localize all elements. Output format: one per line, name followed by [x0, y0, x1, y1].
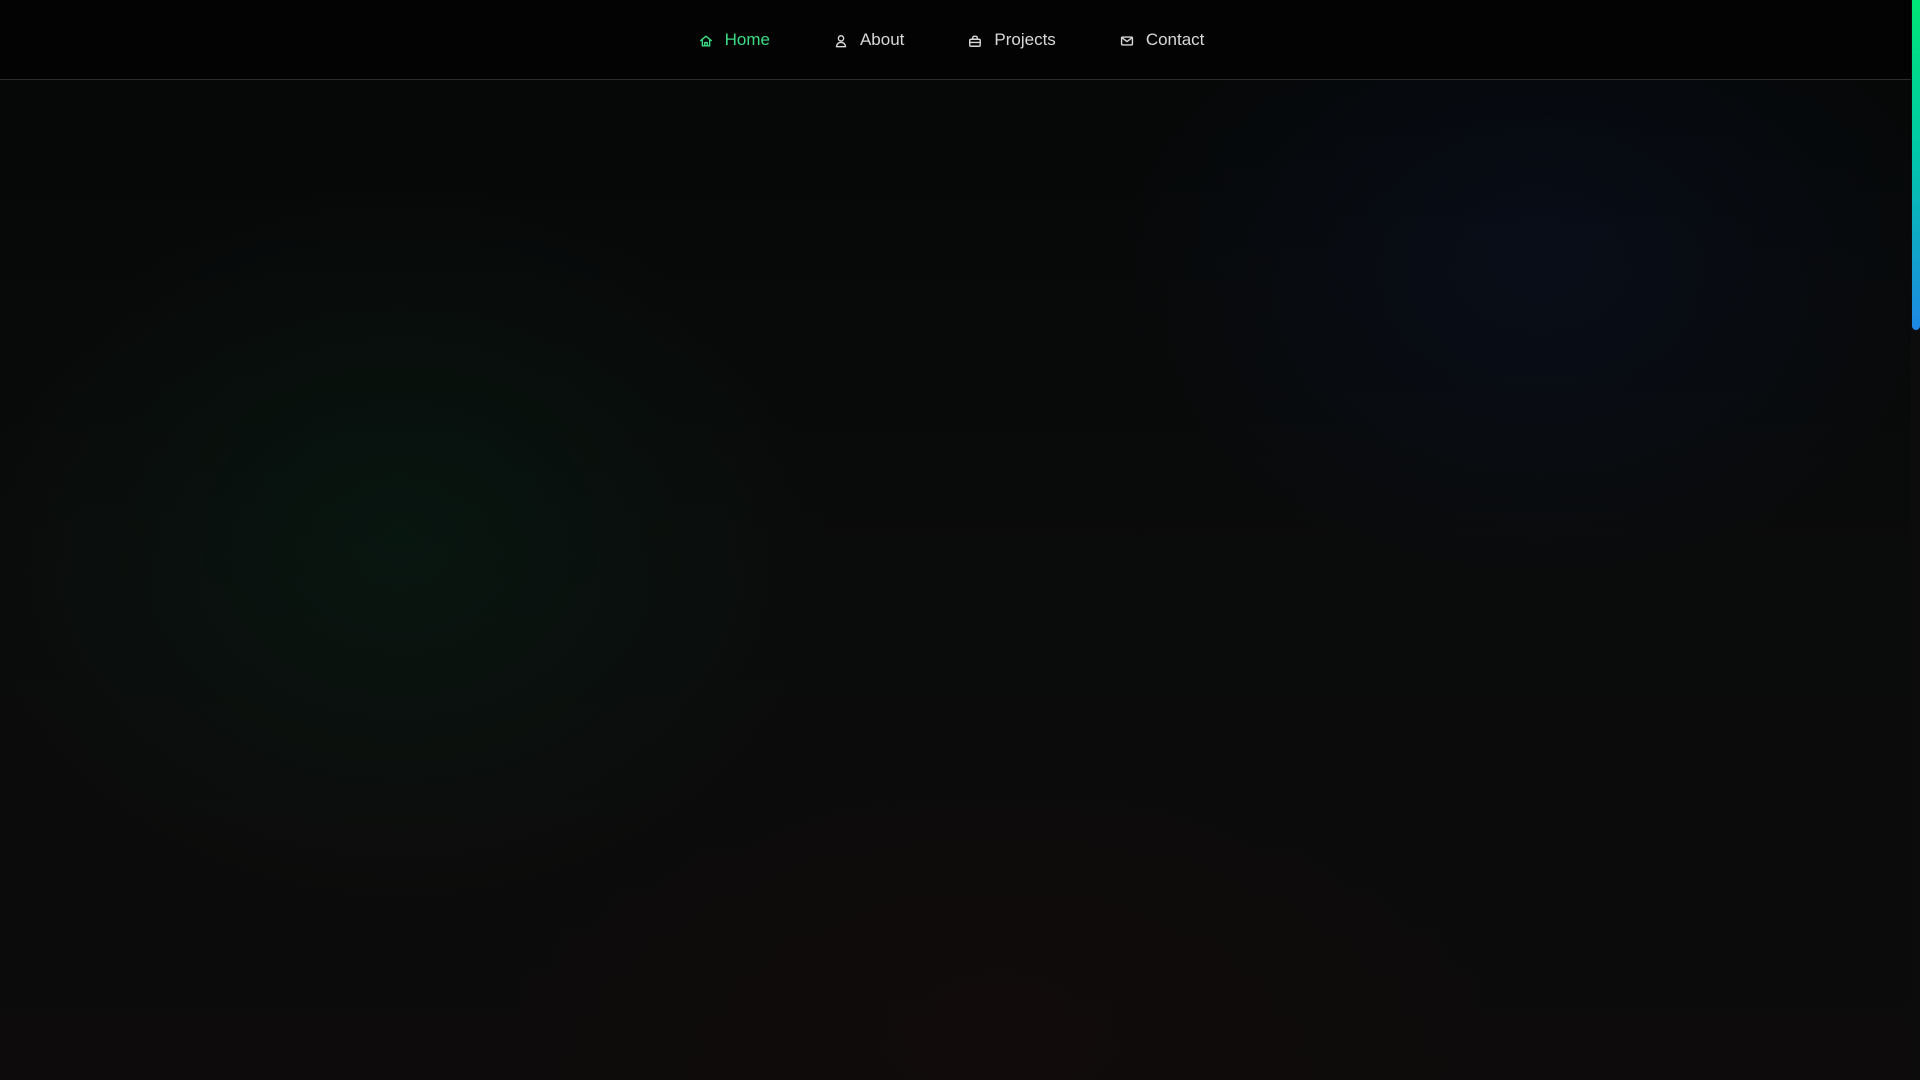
nav-item-contact[interactable]: Contact [1120, 29, 1205, 50]
briefcase-icon [968, 34, 982, 48]
nav-item-label: Home [724, 29, 770, 49]
nav-item-projects[interactable]: Projects [968, 29, 1056, 50]
nav-list: Home About Projects Contact [699, 29, 1205, 50]
nav-item-label: Contact [1145, 29, 1205, 49]
top-navbar: Home About Projects Contact [0, 0, 1911, 80]
page: Home About Projects Contact [0, 0, 1920, 1080]
home-icon [699, 34, 713, 48]
nav-item-home[interactable]: Home [699, 30, 770, 50]
user-icon [834, 34, 848, 48]
nav-item-label: About [859, 29, 905, 49]
scrollbar[interactable] [1911, 0, 1920, 1080]
scrollbar-thumb[interactable] [1912, 0, 1920, 330]
main-content [0, 80, 1911, 1080]
nav-item-about[interactable]: About [834, 30, 904, 50]
nav-item-label: Projects [994, 29, 1056, 49]
mail-icon [1120, 34, 1134, 48]
